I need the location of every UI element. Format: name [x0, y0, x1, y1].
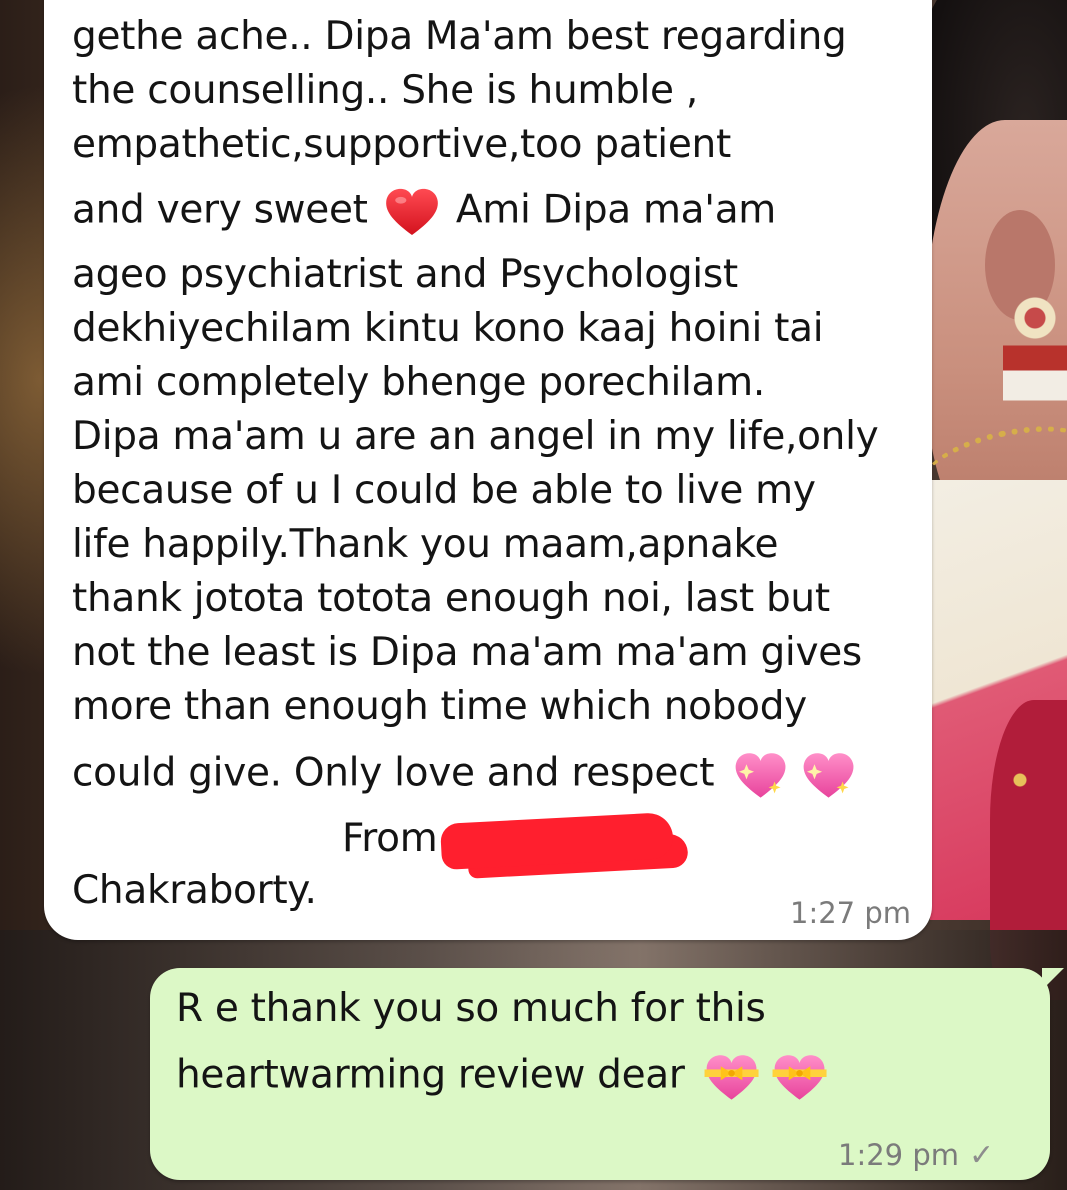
message-line: Chakraborty.	[72, 868, 317, 913]
message-line: empathetic,supportive,too patient	[72, 122, 731, 167]
message-line: ami completely bhenge porechilam.	[72, 360, 765, 405]
message-line-with-redaction: From	[342, 811, 675, 870]
message-line: thank jotota totota enough noi, last but	[72, 576, 830, 621]
redaction-scribble	[440, 811, 675, 870]
message-text: Ami Dipa ma'am	[455, 187, 776, 233]
message-timestamp: 1:27 pm	[790, 896, 911, 930]
message-text: From	[342, 816, 438, 861]
chat-conversation: gethe ache.. Dipa Ma'am best regarding t…	[0, 0, 1067, 1190]
message-status: 1:29 pm ✓	[838, 1138, 994, 1173]
message-line: ageo psychiatrist and Psychologist	[72, 252, 738, 297]
red-heart-icon	[384, 184, 440, 240]
message-line: the counselling.. She is humble ,	[72, 68, 698, 113]
message-line: more than enough time which nobody	[72, 684, 807, 729]
message-line: not the least is Dipa ma'am ma'am gives	[72, 630, 862, 675]
message-text: heartwarming review dear	[176, 1052, 685, 1098]
sent-tick-icon: ✓	[969, 1138, 995, 1173]
message-line: gethe ache.. Dipa Ma'am best regarding	[72, 14, 847, 59]
message-line: life happily.Thank you maam,apnake	[72, 522, 779, 567]
sparkling-heart-icon	[803, 753, 854, 798]
heart-with-ribbon-icon	[704, 1055, 759, 1100]
message-line: Dipa ma'am u are an angel in my life,onl…	[72, 414, 879, 459]
message-line: R e thank you so much for this	[176, 986, 766, 1031]
message-line-with-emoji: and very sweet Ami Dipa ma'am	[72, 184, 776, 240]
heart-with-ribbon-icon	[772, 1055, 827, 1100]
message-line: because of u I could be able to live my	[72, 468, 816, 513]
message-line: dekhiyechilam kintu kono kaaj hoini tai	[72, 306, 824, 351]
message-text: and very sweet	[72, 187, 368, 233]
sparkling-heart-icon	[735, 753, 786, 798]
message-text: could give. Only love and respect	[72, 750, 715, 796]
message-line-with-emoji: could give. Only love and respect	[72, 748, 862, 802]
message-timestamp: 1:29 pm	[838, 1138, 959, 1172]
message-line-with-emoji: heartwarming review dear	[176, 1050, 833, 1104]
